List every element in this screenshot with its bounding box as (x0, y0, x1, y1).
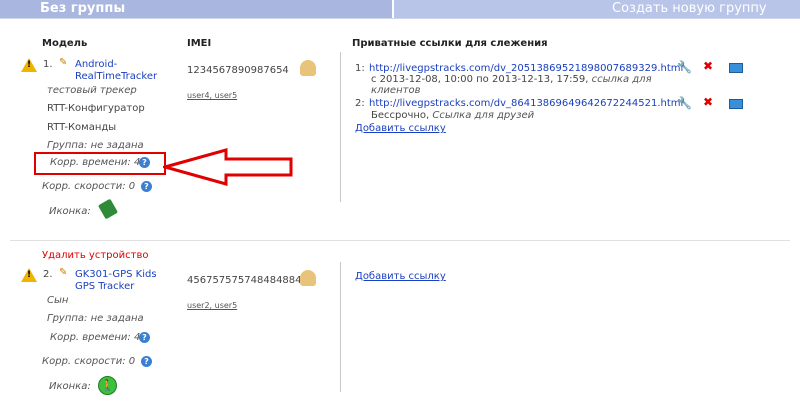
link-number: 2: (355, 98, 365, 109)
delete-link-icon[interactable]: ✖ (703, 95, 713, 109)
edit-pencil-icon[interactable]: ✎ (59, 267, 67, 278)
link-period: Бессрочно, (371, 110, 430, 121)
help-icon[interactable]: ? (139, 332, 150, 343)
column-divider (340, 52, 341, 202)
device-number: 2. (43, 269, 53, 280)
device-subtitle: Сын (47, 295, 69, 306)
link-details: Бессрочно, Ссылка для друзей (371, 110, 534, 121)
edit-pencil-icon[interactable]: ✎ (59, 57, 67, 68)
link-description: Ссылка для друзей (432, 110, 535, 121)
icon-label: Иконка: (49, 206, 91, 217)
help-icon[interactable]: ? (141, 181, 152, 192)
rtt-commands-link[interactable]: RTT-Команды (47, 122, 116, 133)
tracking-link-url[interactable]: http://livegpstracks.com/dv_205138695218… (369, 63, 683, 74)
device-name-link[interactable]: GK301-GPS Kids GPS Tracker (75, 269, 179, 293)
add-link-button[interactable]: Добавить ссылку (355, 123, 446, 134)
device-separator (10, 240, 790, 241)
add-link-button[interactable]: Добавить ссылку (355, 271, 446, 282)
group-title: Без группы (40, 1, 126, 16)
wrench-icon[interactable]: 🔧 (677, 96, 692, 110)
speed-correction-label: Корр. скорости: 0 (42, 181, 136, 192)
users-list[interactable]: user4, user5 (187, 91, 237, 100)
users-edit-icon[interactable] (300, 270, 316, 286)
time-correction-label: Корр. времени: 4 (50, 332, 141, 343)
phone-icon[interactable] (97, 198, 119, 220)
column-links: Приватные ссылки для слежения (352, 38, 548, 49)
column-divider (340, 262, 341, 392)
warning-icon: ! (21, 268, 37, 282)
help-icon[interactable]: ? (141, 356, 152, 367)
link-number: 1: (355, 63, 365, 74)
link-period: с 2013-12-08, 10:00 по 2013-12-13, 17:59… (371, 74, 589, 85)
walking-person-icon[interactable]: 🚶 (98, 376, 117, 395)
device-group: Группа: не задана (47, 140, 144, 151)
icon-label: Иконка: (49, 381, 91, 392)
delete-device-link[interactable]: Удалить устройство (42, 250, 148, 261)
imei-value: 1234567890987654 (187, 65, 289, 76)
device-number: 1. (43, 59, 53, 70)
help-icon[interactable]: ? (139, 157, 150, 168)
users-list[interactable]: user2, user5 (187, 301, 237, 310)
header-separator (392, 0, 394, 18)
device-name-link[interactable]: Android-RealTimeTracker (75, 59, 165, 83)
wrench-icon[interactable]: 🔧 (677, 60, 692, 74)
device-subtitle: тестовый трекер (47, 85, 137, 96)
users-edit-icon[interactable] (300, 60, 316, 76)
delete-link-icon[interactable]: ✖ (703, 59, 713, 73)
rtt-configurator-link[interactable]: RTT-Конфигуратор (47, 103, 145, 114)
column-model: Модель (42, 38, 88, 49)
tracking-link-url[interactable]: http://livegpstracks.com/dv_864138696496… (369, 98, 683, 109)
create-group-link[interactable]: Создать новую группу (612, 1, 767, 16)
share-icon[interactable] (729, 99, 743, 109)
share-icon[interactable] (729, 63, 743, 73)
link-details: с 2013-12-08, 10:00 по 2013-12-13, 17:59… (371, 74, 671, 96)
red-arrow-annotation (163, 148, 293, 186)
imei-value: 4567575757484848848 (187, 275, 308, 286)
header-underline (0, 18, 800, 19)
device-group: Группа: не задана (47, 313, 144, 324)
speed-correction-label: Корр. скорости: 0 (42, 356, 136, 367)
time-correction-label: Корр. времени: 4 (50, 157, 141, 168)
warning-icon: ! (21, 58, 37, 72)
column-imei: IMEI (187, 38, 212, 49)
